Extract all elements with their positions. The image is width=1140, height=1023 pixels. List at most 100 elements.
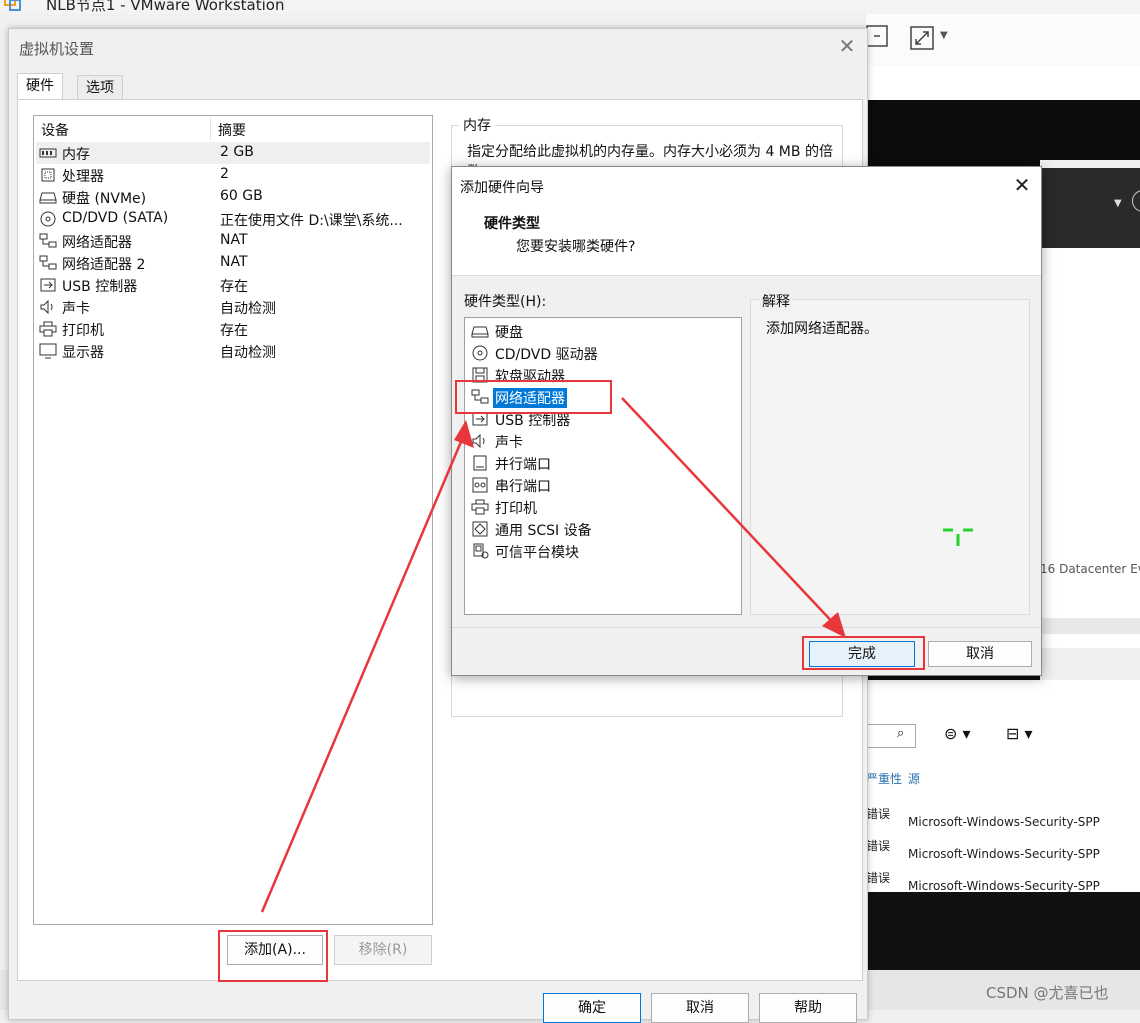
console-icon[interactable] (866, 24, 888, 48)
add-hardware-wizard: 添加硬件向导 ✕ 硬件类型 您要安装哪类硬件? 硬件类型(H): 硬盘 CD/D… (451, 166, 1042, 676)
close-icon[interactable]: ✕ (835, 34, 859, 58)
parallel-port-icon (473, 455, 487, 471)
device-row-network-2[interactable]: 网络适配器 2 NAT (36, 252, 430, 274)
device-row-harddisk[interactable]: 硬盘 (NVMe) 60 GB (36, 186, 430, 208)
device-summary: 60 GB (220, 188, 263, 204)
wizard-header: 添加硬件向导 ✕ 硬件类型 您要安装哪类硬件? (452, 167, 1041, 276)
help-button[interactable]: 帮助 (759, 993, 857, 1023)
search-icon: ⌕ (897, 726, 905, 741)
device-summary: 存在 (220, 323, 248, 339)
background-titlebar: NLB节点1 - VMware Workstation (0, 0, 1140, 14)
list-item-sound[interactable]: 声卡 (469, 430, 737, 452)
device-name: 声卡 (62, 301, 90, 317)
device-summary: 2 (220, 166, 229, 182)
display-icon (39, 343, 57, 359)
network-icon (39, 255, 57, 270)
sound-icon (472, 433, 485, 449)
device-name: 网络适配器 (62, 235, 132, 251)
column-source[interactable]: 源 (908, 770, 920, 787)
column-divider (210, 118, 211, 140)
background-event-list: ⌕ ⊜ ▾ ⊟ ▾ 严重性 源 错误Microsoft-Windows-Secu… (866, 680, 1140, 893)
background-divider (1040, 618, 1140, 634)
device-summary: NAT (220, 254, 248, 270)
list-item-label: 串行端口 (495, 479, 551, 495)
table-row: 错误Microsoft-Windows-Security-SPP (866, 839, 1100, 861)
csdn-watermark: CSDN @尤喜已也 (986, 984, 1109, 1002)
memory-icon (39, 148, 57, 158)
device-name: 硬盘 (NVMe) (62, 191, 147, 207)
memory-group-label: 内存 (459, 115, 495, 135)
annotation-box-network (455, 380, 612, 414)
list-item-label: 并行端口 (495, 457, 551, 473)
hardware-type-list[interactable]: 硬盘 CD/DVD 驱动器 软盘驱动器 网络适配器 USB 控制器 声卡 并行端… (464, 317, 742, 615)
device-summary: 2 GB (220, 144, 254, 160)
list-item-cdrom[interactable]: CD/DVD 驱动器 (469, 342, 737, 364)
list-item-label: 声卡 (495, 435, 523, 451)
list-item-serial-port[interactable]: 串行端口 (469, 474, 737, 496)
event-rows: 错误Microsoft-Windows-Security-SPP 错误Micro… (866, 802, 1140, 898)
column-device: 设备 (41, 123, 69, 139)
device-summary: 自动检测 (220, 301, 276, 317)
chevron-down-icon[interactable]: ▼ (940, 30, 948, 41)
annotation-box-finish (802, 636, 925, 670)
device-row-usb[interactable]: USB 控制器 存在 (36, 274, 430, 296)
list-item-harddisk[interactable]: 硬盘 (469, 320, 737, 342)
device-list[interactable]: 设备 摘要 内存 2 GB 处理器 2 硬盘 (NVMe) 60 GB CD/D… (33, 115, 433, 925)
device-row-display[interactable]: 显示器 自动检测 (36, 340, 430, 362)
close-icon[interactable]: ✕ (1010, 173, 1034, 197)
serial-port-icon (472, 477, 488, 493)
device-name: 处理器 (62, 169, 104, 185)
cpu-icon (41, 168, 55, 182)
memory-description: 指定分配给此虚拟机的内存量。内存大小必须为 4 MB 的倍数。 (467, 144, 833, 168)
annotation-box-add (218, 930, 328, 982)
dialog-title: 虚拟机设置 (19, 40, 95, 58)
device-row-printer[interactable]: 打印机 存在 (36, 318, 430, 340)
device-row-cdrom[interactable]: CD/DVD (SATA) 正在使用文件 D:\课堂\系统... (36, 208, 430, 230)
device-name: CD/DVD (SATA) (62, 210, 169, 226)
chevron-down-icon: ▼ (1114, 198, 1122, 209)
background-search-input[interactable]: ⌕ (866, 724, 916, 748)
sound-icon (40, 299, 53, 315)
device-row-memory[interactable]: 内存 2 GB (36, 142, 430, 164)
device-row-cpu[interactable]: 处理器 2 (36, 164, 430, 186)
background-dark-footer (866, 892, 1140, 972)
explanation-text: 添加网络适配器。 (766, 321, 878, 337)
device-row-sound[interactable]: 声卡 自动检测 (36, 296, 430, 318)
scsi-icon (472, 521, 488, 537)
wizard-section-title: 硬件类型 (484, 216, 540, 232)
network-icon (39, 233, 57, 248)
device-summary: NAT (220, 232, 248, 248)
list-item-printer[interactable]: 打印机 (469, 496, 737, 518)
background-band: ▼ (1040, 168, 1140, 248)
list-item-scsi[interactable]: 通用 SCSI 设备 (469, 518, 737, 540)
table-row: 错误Microsoft-Windows-Security-SPP (866, 807, 1100, 829)
device-summary: 自动检测 (220, 345, 276, 361)
list-item-label: 通用 SCSI 设备 (495, 523, 592, 539)
wizard-question: 您要安装哪类硬件? (516, 239, 636, 255)
hardware-type-label: 硬件类型(H): (464, 294, 547, 310)
remove-hardware-button[interactable]: 移除(R) (334, 935, 432, 965)
background-vm-screen (866, 100, 1140, 160)
device-name: 网络适配器 2 (62, 257, 146, 273)
device-row-network[interactable]: 网络适配器 NAT (36, 230, 430, 252)
list-item-parallel-port[interactable]: 并行端口 (469, 452, 737, 474)
fullscreen-icon[interactable] (910, 26, 934, 50)
list-item-tpm[interactable]: 可信平台模块 (469, 540, 737, 562)
save-icon[interactable]: ⊟ ▾ (1006, 724, 1033, 743)
device-summary: 存在 (220, 279, 248, 295)
crosshair-cursor-icon (943, 528, 973, 546)
ok-button[interactable]: 确定 (543, 993, 641, 1023)
cancel-button[interactable]: 取消 (651, 993, 749, 1023)
background-window-title: NLB节点1 - VMware Workstation (46, 0, 285, 14)
harddisk-icon (39, 192, 57, 204)
wizard-cancel-button[interactable]: 取消 (928, 641, 1032, 667)
column-severity[interactable]: 严重性 (866, 770, 902, 787)
tab-options[interactable]: 选项 (77, 75, 123, 100)
device-name: 内存 (62, 147, 90, 163)
cdrom-icon (40, 211, 56, 227)
device-summary: 正在使用文件 D:\课堂\系统... (220, 213, 403, 229)
list-view-icon[interactable]: ⊜ ▾ (944, 724, 971, 743)
usb-icon (40, 278, 56, 292)
background-white-strip (866, 66, 1140, 100)
tab-hardware[interactable]: 硬件 (17, 73, 63, 100)
